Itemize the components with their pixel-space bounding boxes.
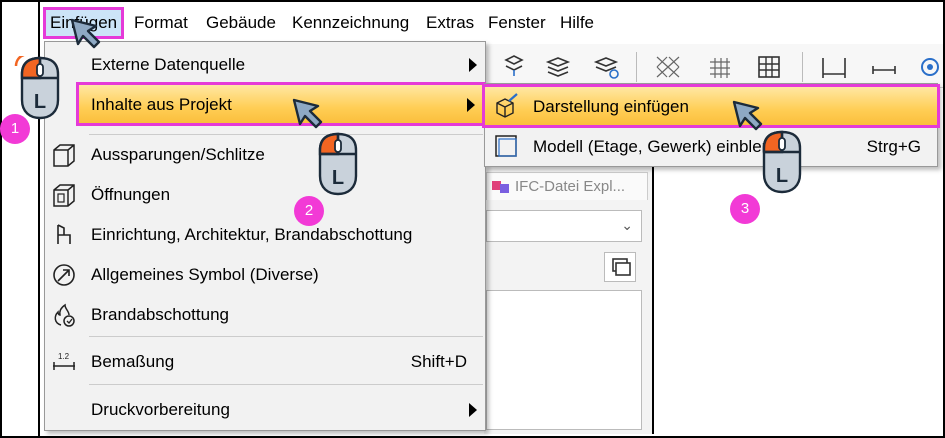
menu-separator xyxy=(89,384,483,385)
menu-item-label: Darstellung einfügen xyxy=(533,97,689,116)
layers-refresh-icon[interactable] xyxy=(592,54,620,80)
menu-kennzeichnung[interactable]: Kennzeichnung xyxy=(292,13,409,33)
toolbar-separator xyxy=(802,52,803,82)
menu-item-label: Bemaßung xyxy=(91,352,175,371)
layers-icon[interactable] xyxy=(544,54,572,80)
step-badge-1: 1 xyxy=(0,114,30,144)
submenu-arrow-icon xyxy=(469,58,477,72)
toolbar xyxy=(484,44,943,88)
wall-opening-icon xyxy=(53,144,75,167)
panel-combobox[interactable]: ⌄ xyxy=(486,210,642,242)
svg-text:1.2: 1.2 xyxy=(58,352,70,361)
menu-item-label: Druckvorbereitung xyxy=(91,400,230,419)
menu-item-label: Einrichtung, Architektur, Brandabschottu… xyxy=(91,225,413,244)
menu-item-label: Allgemeines Symbol (Diverse) xyxy=(91,265,319,284)
menu-format[interactable]: Format xyxy=(134,13,188,33)
submenu-arrow-icon xyxy=(469,403,477,417)
menu-item-bemassung[interactable]: 1.2 Bemaßung Shift+D xyxy=(45,342,485,380)
step-badge-3: 3 xyxy=(730,194,760,224)
symbol-icon xyxy=(53,264,75,286)
submenu-arrow-icon xyxy=(467,98,475,112)
menu-item-label: Brandabschottung xyxy=(91,305,229,324)
tab-ifc-explorer[interactable]: IFC-Datei Expl... xyxy=(486,172,648,200)
dimension-tool-2-icon[interactable] xyxy=(870,54,898,80)
menu-item-aussparungen[interactable]: Aussparungen/Schlitze xyxy=(45,135,485,173)
menu-item-label: Inhalte aus Projekt xyxy=(91,95,232,114)
cursor-arrow-icon xyxy=(292,98,323,129)
menu-item-externe-datenquelle[interactable]: Externe Datenquelle xyxy=(45,45,485,83)
einfuegen-dropdown: Externe Datenquelle Inhalte aus Projekt … xyxy=(44,41,486,431)
opening-icon xyxy=(53,184,75,207)
menu-item-allgemeines-symbol[interactable]: Allgemeines Symbol (Diverse) xyxy=(45,255,485,293)
menu-item-oeffnungen[interactable]: Öffnungen xyxy=(45,175,485,213)
left-click-mouse-icon: L xyxy=(762,130,802,194)
insert-view-icon xyxy=(496,93,518,118)
menu-item-einrichtung[interactable]: Einrichtung, Architektur, Brandabschottu… xyxy=(45,215,485,253)
menu-item-druckvorbereitung[interactable]: Druckvorbereitung xyxy=(45,390,485,428)
menu-item-modell-einblenden[interactable]: Modell (Etage, Gewerk) einblenden Strg+G xyxy=(485,127,937,165)
tab-ifc-label: IFC-Datei Expl... xyxy=(515,178,626,195)
menu-gebaeude[interactable]: Gebäude xyxy=(206,13,276,33)
mouse-label: L xyxy=(332,167,344,189)
grid-icon[interactable] xyxy=(756,54,784,80)
menu-item-label: Externe Datenquelle xyxy=(91,55,246,74)
left-click-mouse-icon: L xyxy=(14,56,60,120)
menu-item-label: Öffnungen xyxy=(91,185,171,204)
side-panel: IFC-Datei Expl... ⌄ xyxy=(484,166,654,434)
layer-tool-icon[interactable] xyxy=(500,54,528,80)
dimension-icon: 1.2 xyxy=(53,352,75,370)
mouse-label: L xyxy=(34,91,46,113)
menu-separator xyxy=(89,336,483,337)
ifc-icon xyxy=(492,181,509,193)
menu-fenster[interactable]: Fenster xyxy=(488,13,546,33)
hatch-icon[interactable] xyxy=(654,54,682,80)
cursor-arrow-icon xyxy=(732,100,763,131)
fire-icon xyxy=(54,303,75,327)
toolbar-separator xyxy=(636,52,637,82)
mouse-label: L xyxy=(776,165,788,187)
chevron-down-icon: ⌄ xyxy=(621,217,633,233)
windows-icon xyxy=(612,258,631,276)
menu-item-brandabschottung[interactable]: Brandabschottung xyxy=(45,295,485,333)
menu-extras[interactable]: Extras xyxy=(426,13,474,33)
menu-item-label: Aussparungen/Schlitze xyxy=(91,145,265,164)
shortcut-label: Shift+D xyxy=(410,352,467,371)
panel-list[interactable] xyxy=(486,290,642,430)
dimension-tool-icon[interactable] xyxy=(820,54,848,80)
hatch-grid-icon[interactable] xyxy=(706,54,734,80)
left-click-mouse-icon: L xyxy=(318,132,358,196)
panel-windows-button[interactable] xyxy=(604,252,636,282)
menu-hilfe[interactable]: Hilfe xyxy=(560,13,594,33)
model-icon xyxy=(495,135,517,157)
menu-item-inhalte-aus-projekt[interactable]: Inhalte aus Projekt xyxy=(76,82,486,126)
inhalte-aus-projekt-submenu: Darstellung einfügen Modell (Etage, Gewe… xyxy=(482,83,940,167)
step-badge-2: 2 xyxy=(294,196,324,226)
shortcut-label: Strg+G xyxy=(866,137,921,156)
menubar: Einfügen Format Gebäude Kennzeichnung Ex… xyxy=(42,2,943,42)
cursor-arrow-icon xyxy=(70,18,101,49)
chair-icon xyxy=(57,224,71,244)
target-icon[interactable] xyxy=(920,54,940,80)
menu-item-darstellung-einfuegen[interactable]: Darstellung einfügen xyxy=(482,84,940,128)
